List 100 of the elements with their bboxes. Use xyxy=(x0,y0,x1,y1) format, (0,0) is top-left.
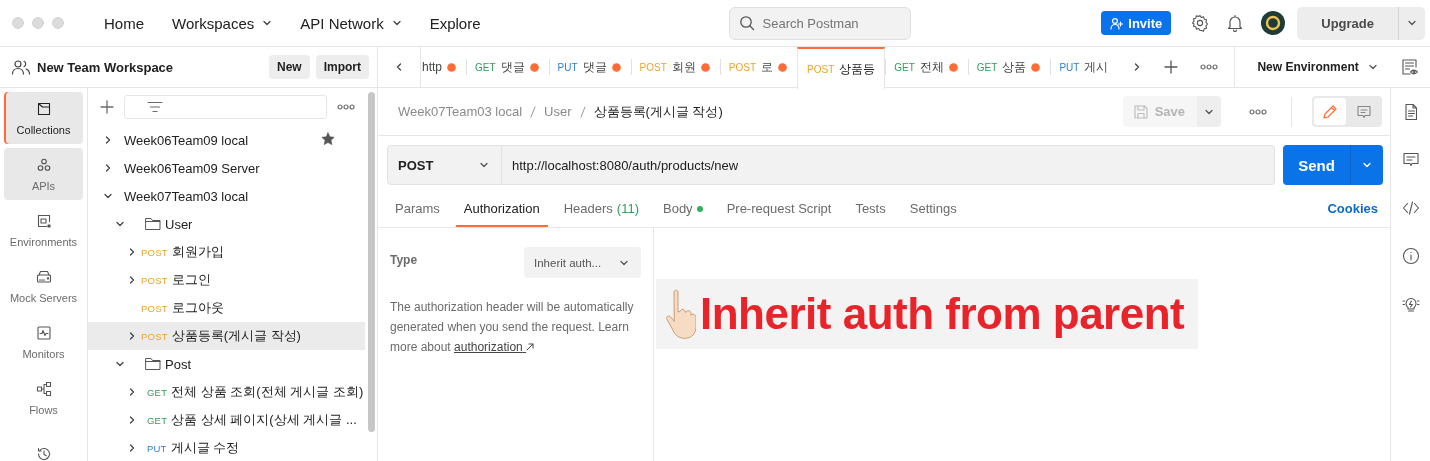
workspace-action-button[interactable]: New xyxy=(268,55,310,79)
chevron-right-icon[interactable] xyxy=(127,247,137,257)
chevron-right-icon[interactable] xyxy=(127,443,137,453)
tree-item[interactable]: POST 회원가입 xyxy=(88,238,365,266)
request-tab[interactable]: POST 상품등 xyxy=(797,47,886,89)
request-section-tab[interactable]: Authorization xyxy=(455,190,548,227)
authorization-link[interactable]: authorization xyxy=(454,340,535,354)
avatar-icon[interactable] xyxy=(1261,11,1286,35)
more-icon[interactable] xyxy=(1249,107,1267,116)
workspace-action-button[interactable]: Import xyxy=(315,55,369,79)
slash-separator-icon xyxy=(579,105,586,118)
tree-item[interactable]: GET 상품 상세 페이지(상세 게시글 ... xyxy=(88,406,365,434)
auth-type-dropdown[interactable]: Inherit auth... xyxy=(524,247,641,278)
sidebar-nav-item[interactable]: Monitors xyxy=(4,316,83,368)
star-icon[interactable] xyxy=(321,131,335,146)
request-tab[interactable]: GET 상품 xyxy=(967,47,1051,87)
send-button[interactable]: Send xyxy=(1283,145,1383,185)
request-tab[interactable]: POST 로 xyxy=(719,47,798,87)
chevron-right-icon[interactable] xyxy=(103,163,113,173)
code-icon[interactable] xyxy=(1401,199,1420,217)
slash-separator-icon xyxy=(530,105,537,118)
filter-icon xyxy=(147,101,163,113)
save-icon xyxy=(1132,103,1149,120)
chevron-down-icon[interactable] xyxy=(115,219,125,229)
folder-icon xyxy=(145,357,161,371)
chevron-right-icon[interactable] xyxy=(127,331,137,341)
sidebar-nav-item[interactable]: Flows xyxy=(4,372,83,424)
request-section-tab[interactable]: Tests xyxy=(847,190,894,227)
breadcrumb-item[interactable]: User xyxy=(544,104,572,119)
chevron-down-icon[interactable] xyxy=(103,191,113,201)
search-icon xyxy=(738,14,755,31)
method-selector[interactable]: POST xyxy=(387,145,502,185)
chevron-down-icon[interactable] xyxy=(115,359,125,369)
request-section-tab[interactable]: Body xyxy=(655,190,711,227)
sidebar-nav-item[interactable]: APIs xyxy=(4,148,83,200)
info-icon[interactable] xyxy=(1401,247,1420,265)
tree-item[interactable]: Week06Team09 local xyxy=(88,126,365,154)
chevron-right-icon[interactable] xyxy=(127,387,137,397)
chevron-right-icon[interactable] xyxy=(127,275,137,285)
collections-icon xyxy=(35,100,52,117)
scrollbar[interactable] xyxy=(367,92,375,432)
auth-description: The authorization header will be automatically generated when you send the request. Learn more about authorization xyxy=(390,299,635,356)
comment-icon xyxy=(1356,103,1372,120)
request-tab[interactable]: PUT 게시 xyxy=(1050,47,1119,87)
more-icon[interactable] xyxy=(337,103,355,111)
request-tab[interactable]: http xyxy=(421,47,466,87)
server-icon xyxy=(35,268,52,285)
tree-item[interactable]: POST 로그인 xyxy=(88,266,365,294)
chevron-right-icon[interactable] xyxy=(127,415,137,425)
lightbulb-icon[interactable] xyxy=(1401,295,1420,313)
request-tab[interactable]: POST 회원 xyxy=(630,47,720,87)
tree-item[interactable]: PUT 게시글 수정 xyxy=(88,434,365,461)
request-tab[interactable]: PUT 댓글 xyxy=(548,47,631,87)
add-user-icon xyxy=(1110,16,1124,30)
tree-item[interactable]: Week07Team03 local xyxy=(88,182,365,210)
environment-selector[interactable]: New Environment xyxy=(1235,47,1390,87)
chevron-left-icon[interactable] xyxy=(394,62,404,72)
workspace-name: New Team Workspace xyxy=(37,59,174,75)
request-section-tab[interactable]: Pre-request Script xyxy=(718,190,840,227)
settings-icon[interactable] xyxy=(1191,14,1210,32)
tree-item[interactable]: User xyxy=(88,210,365,238)
cookies-link[interactable]: Cookies xyxy=(1327,190,1378,227)
breadcrumb-item[interactable]: Week07Team03 local xyxy=(398,104,523,119)
request-section-tab[interactable]: Headers (11) xyxy=(555,190,647,227)
request-tab[interactable]: GET 댓글 xyxy=(466,47,549,87)
url-field[interactable]: http://localhost:8080/auth/products/new xyxy=(502,145,1275,185)
tree-item[interactable]: GET 전체 상품 조회(전체 게시글 조회) xyxy=(88,378,365,406)
bell-icon[interactable] xyxy=(1227,14,1244,32)
tree-item[interactable]: Post xyxy=(88,350,365,378)
invite-button[interactable]: Invite xyxy=(1101,11,1172,35)
annotation-text: Inherit auth from parent xyxy=(700,289,1185,339)
flows-icon xyxy=(35,380,52,397)
add-icon[interactable] xyxy=(100,100,114,114)
edit-toggle[interactable] xyxy=(1314,98,1346,125)
comment-icon[interactable] xyxy=(1401,151,1420,169)
filter-field[interactable] xyxy=(124,95,327,119)
nav-menu-item[interactable]: Explore xyxy=(429,14,481,32)
tree-item[interactable]: Week06Team09 Server xyxy=(88,154,365,182)
tree-item[interactable]: POST 로그아웃 xyxy=(88,294,365,322)
sidebar-nav-item[interactable]: Environments xyxy=(4,204,83,256)
chevron-right-icon[interactable] xyxy=(103,135,113,145)
search-field[interactable]: Search Postman xyxy=(728,6,911,40)
sidebar-nav-item[interactable]: Mock Servers xyxy=(4,260,83,312)
external-link-icon xyxy=(526,343,535,351)
request-tab[interactable]: GET 전체 xyxy=(885,47,968,87)
nav-menu-item[interactable]: API Network xyxy=(300,14,402,32)
history-icon xyxy=(35,446,52,461)
more-icon[interactable] xyxy=(1200,63,1219,71)
request-section-tab[interactable]: Settings xyxy=(901,190,965,227)
nav-menu-item[interactable]: Home xyxy=(104,14,144,32)
upgrade-button[interactable]: Upgrade xyxy=(1297,6,1425,40)
chevron-down-icon xyxy=(479,160,489,170)
nav-menu-item[interactable]: Workspaces xyxy=(172,14,273,32)
apis-icon xyxy=(35,156,52,173)
sidebar-nav-item[interactable]: Collections xyxy=(4,92,83,144)
add-icon[interactable] xyxy=(1164,60,1179,74)
environment-quick-look-icon[interactable] xyxy=(1401,58,1419,76)
tree-item[interactable]: POST 상품등록(게시글 작성) xyxy=(88,322,365,350)
folder-icon xyxy=(145,217,161,231)
request-section-tab[interactable]: Params xyxy=(387,190,448,227)
